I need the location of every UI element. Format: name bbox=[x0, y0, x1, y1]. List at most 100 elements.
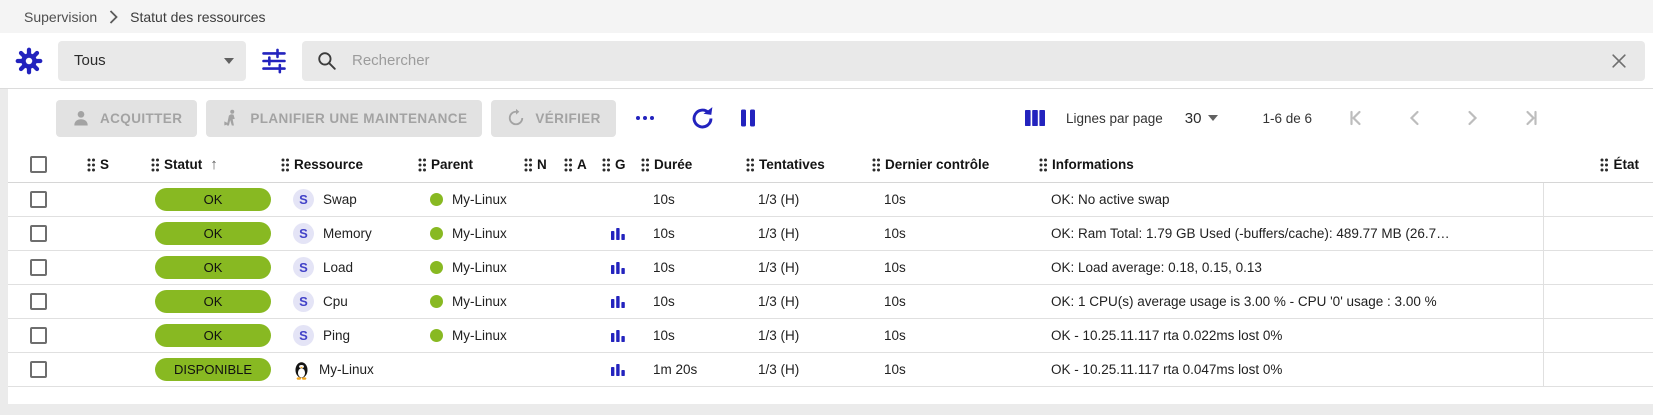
resource-name: Load bbox=[323, 260, 353, 275]
table-row[interactable]: OK SMemory My-Linux 10s 1/3 (H) 10s OK: … bbox=[8, 217, 1653, 251]
person-icon bbox=[71, 108, 91, 128]
check-button[interactable]: VÉRIFIER bbox=[491, 100, 615, 137]
column-header-informations[interactable]: Informations bbox=[1038, 157, 1543, 173]
resources-panel: ACQUITTER PLANIFIER UNE MAINTENANCE VÉRI… bbox=[0, 89, 1653, 414]
parent-name: My-Linux bbox=[452, 328, 507, 343]
pause-icon[interactable] bbox=[736, 106, 760, 130]
service-icon: S bbox=[293, 257, 314, 278]
search-input[interactable] bbox=[352, 52, 1595, 69]
row-checkbox[interactable] bbox=[30, 293, 47, 310]
status-badge: OK bbox=[155, 256, 271, 279]
column-header-ressource[interactable]: Ressource bbox=[280, 157, 417, 173]
drag-indicator-icon bbox=[523, 157, 534, 173]
refresh-icon[interactable] bbox=[689, 105, 716, 132]
column-header-notes[interactable]: N bbox=[523, 157, 563, 173]
information-cell: OK - 10.25.11.117 rta 0.047ms lost 0% bbox=[1038, 362, 1543, 377]
graph-icon[interactable] bbox=[610, 226, 626, 242]
chevron-down-icon bbox=[1208, 115, 1218, 121]
parent-status-dot bbox=[430, 227, 443, 240]
column-header-statut[interactable]: Statut ↑ bbox=[150, 156, 280, 173]
parent-name: My-Linux bbox=[452, 226, 507, 241]
chevron-down-icon bbox=[224, 58, 234, 64]
status-badge: OK bbox=[155, 188, 271, 211]
resource-name: Memory bbox=[323, 226, 372, 241]
resources-table: S Statut ↑ Ressource Parent N A bbox=[8, 147, 1653, 387]
advanced-filters-tune-icon[interactable] bbox=[260, 47, 288, 75]
state-cell bbox=[1543, 319, 1653, 352]
sort-ascending-icon[interactable]: ↑ bbox=[210, 156, 218, 173]
row-checkbox[interactable] bbox=[30, 361, 47, 378]
information-cell: OK: Ram Total: 1.79 GB Used (-buffers/ca… bbox=[1038, 226, 1543, 241]
drag-indicator-icon bbox=[86, 157, 97, 173]
column-header-tentatives[interactable]: Tentatives bbox=[745, 157, 871, 173]
table-row[interactable]: OK SSwap My-Linux 10s 1/3 (H) 10s OK: No… bbox=[8, 183, 1653, 217]
breadcrumb-item-supervision[interactable]: Supervision bbox=[24, 9, 97, 25]
row-checkbox[interactable] bbox=[30, 191, 47, 208]
table-row[interactable]: DISPONIBLE My-Linux 1m 20s 1/3 (H) 10s O… bbox=[8, 353, 1653, 387]
column-header-severity[interactable]: S bbox=[86, 157, 150, 173]
select-all-checkbox[interactable] bbox=[30, 156, 47, 173]
row-checkbox[interactable] bbox=[30, 327, 47, 344]
table-row[interactable]: OK SLoad My-Linux 10s 1/3 (H) 10s OK: Lo… bbox=[8, 251, 1653, 285]
graph-icon[interactable] bbox=[610, 362, 626, 378]
column-header-action[interactable]: A bbox=[563, 157, 601, 173]
edit-columns-icon[interactable] bbox=[1022, 106, 1048, 130]
parent-name: My-Linux bbox=[452, 192, 507, 207]
status-badge: OK bbox=[155, 222, 271, 245]
settings-gear-icon[interactable] bbox=[14, 46, 44, 76]
clear-search-icon[interactable] bbox=[1609, 51, 1629, 71]
column-header-parent[interactable]: Parent bbox=[417, 157, 523, 173]
more-actions-icon[interactable] bbox=[633, 106, 657, 130]
last-check-cell: 10s bbox=[871, 328, 1038, 343]
tries-cell: 1/3 (H) bbox=[745, 192, 871, 207]
next-page-icon[interactable] bbox=[1460, 106, 1484, 130]
duration-cell: 1m 20s bbox=[640, 362, 745, 377]
search-box bbox=[302, 41, 1645, 81]
maintenance-person-icon bbox=[221, 108, 241, 128]
last-check-cell: 10s bbox=[871, 226, 1038, 241]
column-header-dernier-controle[interactable]: Dernier contrôle bbox=[871, 157, 1038, 173]
first-page-icon[interactable] bbox=[1346, 106, 1370, 130]
status-badge: OK bbox=[155, 324, 271, 347]
drag-indicator-icon bbox=[640, 157, 651, 173]
filter-scope-value: Tous bbox=[74, 52, 106, 69]
breadcrumb-item-current[interactable]: Statut des ressources bbox=[130, 9, 265, 25]
drag-indicator-icon bbox=[601, 157, 612, 173]
graph-icon[interactable] bbox=[610, 260, 626, 276]
graph-icon[interactable] bbox=[610, 328, 626, 344]
table-row[interactable]: OK SCpu My-Linux 10s 1/3 (H) 10s OK: 1 C… bbox=[8, 285, 1653, 319]
filter-scope-select[interactable]: Tous bbox=[58, 41, 246, 81]
resource-name: Swap bbox=[323, 192, 357, 207]
information-cell: OK: No active swap bbox=[1038, 192, 1543, 207]
select-all-chevron-icon[interactable] bbox=[62, 157, 74, 172]
row-checkbox[interactable] bbox=[30, 225, 47, 242]
graph-icon[interactable] bbox=[610, 294, 626, 310]
tries-cell: 1/3 (H) bbox=[745, 260, 871, 275]
drag-indicator-icon bbox=[417, 157, 428, 173]
state-cell bbox=[1543, 285, 1653, 318]
last-check-cell: 10s bbox=[871, 192, 1038, 207]
rows-per-page-select[interactable]: 30 bbox=[1185, 110, 1219, 127]
duration-cell: 10s bbox=[640, 294, 745, 309]
search-icon bbox=[316, 50, 338, 72]
acknowledge-button[interactable]: ACQUITTER bbox=[56, 100, 197, 137]
status-badge: DISPONIBLE bbox=[155, 358, 271, 381]
duration-cell: 10s bbox=[640, 226, 745, 241]
resource-name: Cpu bbox=[323, 294, 348, 309]
state-cell bbox=[1543, 217, 1653, 250]
previous-page-icon[interactable] bbox=[1403, 106, 1427, 130]
downtime-button[interactable]: PLANIFIER UNE MAINTENANCE bbox=[206, 100, 482, 137]
column-header-duree[interactable]: Durée bbox=[640, 157, 745, 173]
table-row[interactable]: OK SPing My-Linux 10s 1/3 (H) 10s OK - 1… bbox=[8, 319, 1653, 353]
resource-name: Ping bbox=[323, 328, 350, 343]
state-cell bbox=[1543, 353, 1653, 386]
last-page-icon[interactable] bbox=[1517, 106, 1541, 130]
column-header-etat[interactable]: État bbox=[1543, 157, 1653, 173]
tries-cell: 1/3 (H) bbox=[745, 362, 871, 377]
row-checkbox[interactable] bbox=[30, 259, 47, 276]
state-cell bbox=[1543, 251, 1653, 284]
chevron-right-icon bbox=[109, 10, 118, 24]
column-header-graph[interactable]: G bbox=[601, 157, 640, 173]
sync-icon bbox=[506, 108, 526, 128]
filter-bar: Tous bbox=[0, 33, 1653, 89]
